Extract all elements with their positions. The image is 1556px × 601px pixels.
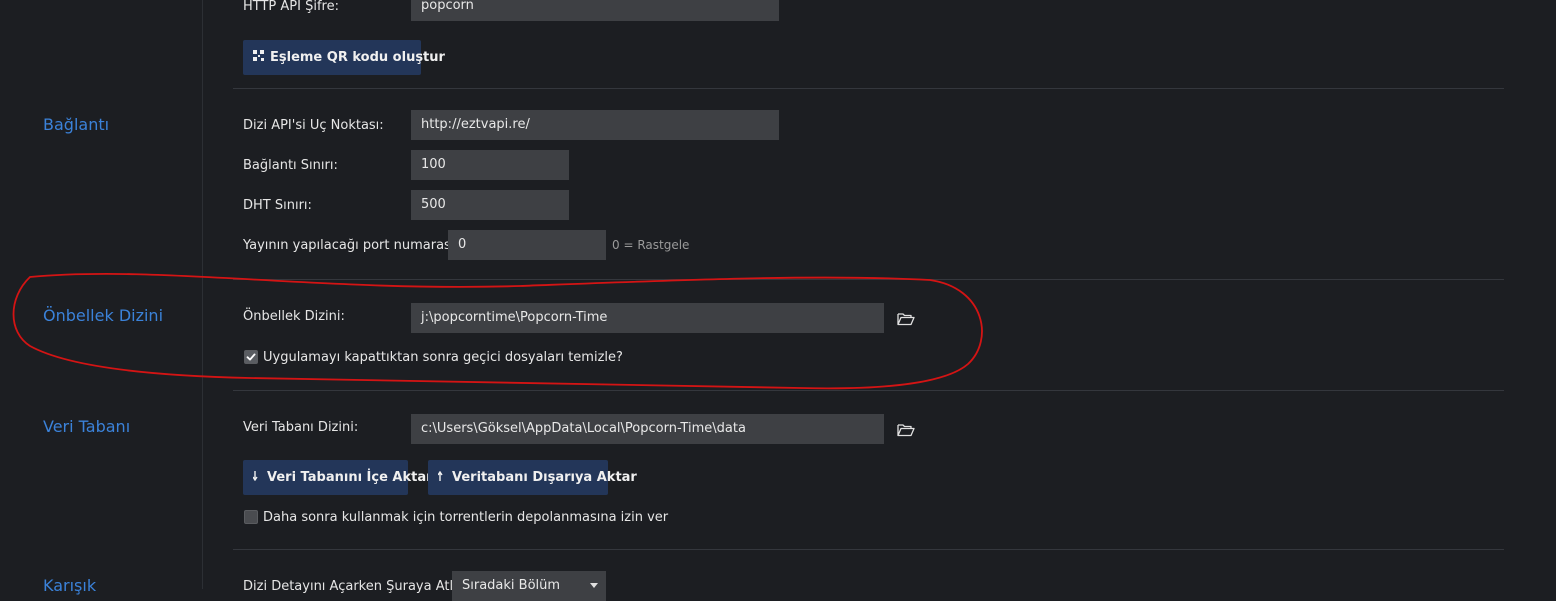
export-arrow-icon — [437, 460, 446, 495]
port-hint: 0 = Rastgele — [612, 238, 690, 252]
database-dir-input[interactable]: c:\Users\Göksel\AppData\Local\Popcorn-Ti… — [411, 414, 884, 444]
import-database-label: Veri Tabanını İçe Aktar — [267, 470, 433, 485]
section-divider — [233, 549, 1504, 550]
checkmark-icon — [246, 353, 256, 361]
clear-temp-label: Uygulamayı kapattıktan sonra geçici dosy… — [263, 350, 623, 365]
http-api-password-label: HTTP API Şifre: — [243, 0, 339, 14]
port-input[interactable]: 0 — [448, 230, 606, 260]
cache-dir-input[interactable]: j:\popcorntime\Popcorn-Time — [411, 303, 884, 333]
skip-to-select-value: Sıradaki Bölüm — [462, 578, 561, 593]
sidebar-divider — [202, 0, 203, 589]
dht-limit-input[interactable]: 500 — [411, 190, 569, 220]
section-title-veri-tabani: Veri Tabanı — [43, 417, 131, 436]
cache-dir-label: Önbellek Dizini: — [243, 309, 345, 324]
endpoint-input[interactable]: http://eztvapi.re/ — [411, 110, 779, 140]
import-database-button[interactable]: Veri Tabanını İçe Aktar — [243, 460, 433, 495]
section-divider — [233, 88, 1504, 89]
database-dir-label: Veri Tabanı Dizini: — [243, 420, 359, 435]
section-divider — [233, 390, 1504, 391]
folder-open-icon[interactable] — [897, 311, 915, 326]
connection-limit-label: Bağlantı Sınırı: — [243, 158, 338, 173]
connection-limit-input[interactable]: 100 — [411, 150, 569, 180]
chevron-down-icon — [590, 583, 598, 588]
skip-to-label: Dizi Detayını Açarken Şuraya Atla: — [243, 579, 466, 594]
dht-limit-label: DHT Sınırı: — [243, 198, 312, 213]
skip-to-select[interactable]: Sıradaki Bölüm — [452, 571, 606, 601]
port-label: Yayının yapılacağı port numarası: — [243, 238, 459, 253]
section-divider — [233, 279, 1504, 280]
qr-code-icon — [253, 40, 264, 75]
export-database-label: Veritabanı Dışarıya Aktar — [452, 470, 637, 485]
store-torrents-label: Daha sonra kullanmak için torrentlerin d… — [263, 510, 669, 525]
section-title-onbellek: Önbellek Dizini — [43, 306, 164, 325]
http-api-password-input[interactable]: popcorn — [411, 0, 779, 21]
export-database-button[interactable]: Veritabanı Dışarıya Aktar — [428, 460, 637, 495]
import-arrow-icon — [252, 460, 261, 495]
endpoint-label: Dizi API'si Uç Noktası: — [243, 118, 384, 133]
clear-temp-checkbox[interactable] — [244, 350, 258, 364]
store-torrents-checkbox[interactable] — [244, 510, 258, 524]
generate-qr-button[interactable]: Eşleme QR kodu oluştur — [243, 40, 445, 75]
generate-qr-label: Eşleme QR kodu oluştur — [270, 50, 445, 65]
section-title-baglanti: Bağlantı — [43, 115, 110, 134]
folder-open-icon[interactable] — [897, 422, 915, 437]
section-title-karisik: Karışık — [43, 576, 97, 595]
